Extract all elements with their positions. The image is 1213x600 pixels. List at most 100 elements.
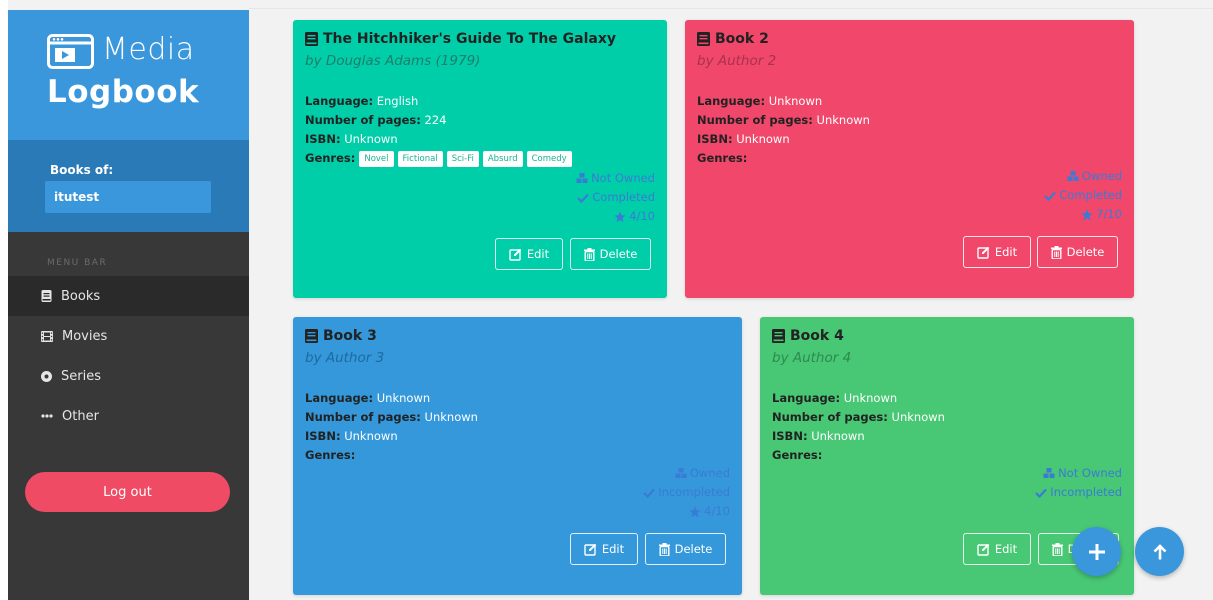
book-title-text: The Hitchhiker's Guide To The Galaxy [323,31,617,47]
language-row: Language: Unknown [697,92,870,111]
owned-status: Not Owned [576,169,655,188]
sidebar-item-series[interactable]: Series [8,356,249,396]
book-author: by Author 2 [697,53,777,69]
sidebar-item-books[interactable]: Books [8,276,249,316]
pages-row: Number of pages: Unknown [697,111,870,130]
edit-button[interactable]: Edit [963,533,1031,565]
book-title: Book 3 [305,328,377,344]
completion-text: Completed [1059,188,1122,202]
book-title-text: Book 4 [790,328,844,344]
completion-text: Incompleted [658,485,730,499]
trash-icon [583,247,595,261]
completion-text: Incompleted [1050,485,1122,499]
pages-label: Number of pages: [772,410,888,424]
owned-text: Owned [689,466,730,480]
genre-tag: Comedy [526,150,572,167]
pages-label: Number of pages: [697,113,813,127]
completion-status: Incompleted [1035,483,1122,502]
rating: 4/10 [643,502,730,521]
genres-row: Genres: [772,446,945,465]
genre-tag: Novel [359,150,394,167]
rating-text: 7/10 [1096,207,1122,221]
book-card: Book 3 by Author 3 Language: Unknown Num… [293,317,742,595]
isbn-value: Unknown [344,132,398,146]
pages-value: Unknown [891,410,945,424]
plus-icon [1088,543,1105,560]
edit-label: Edit [994,245,1018,259]
completion-status: Completed [576,188,655,207]
add-book-button[interactable] [1072,527,1121,576]
book-author: by Author 4 [772,350,852,366]
genres-label: Genres: [697,151,748,165]
edit-icon [977,543,990,556]
edit-label: Edit [526,247,550,261]
star-icon [689,506,701,517]
book-icon [41,290,52,302]
isbn-label: ISBN: [305,132,341,146]
delete-button[interactable]: Delete [570,238,651,270]
language-value: Unknown [768,94,823,108]
rating: 7/10 [1044,205,1122,224]
book-icon [772,329,785,343]
genres-row: Genres: [697,149,870,168]
sidebar-item-other[interactable]: Other [8,396,249,436]
status-block: Owned Completed 7/10 [1044,167,1122,224]
brand-header[interactable]: Media Logbook [8,10,249,140]
delete-button[interactable]: Delete [645,533,726,565]
menu-section-label: MENU BAR [47,258,108,268]
completion-status: Incompleted [643,483,730,502]
language-label: Language: [697,94,766,108]
sidebar-item-label: Series [61,368,101,384]
boxes-icon [1067,171,1079,181]
check-icon [643,488,656,498]
book-title: Book 2 [697,31,769,47]
film-icon [41,330,53,342]
language-label: Language: [772,391,841,405]
isbn-label: ISBN: [305,429,341,443]
rating: 4/10 [576,207,655,226]
sidebar-item-movies[interactable]: Movies [8,316,249,356]
language-row: Language: Unknown [305,389,478,408]
isbn-label: ISBN: [772,429,808,443]
status-block: Owned Incompleted 4/10 [643,464,730,521]
delete-button[interactable]: Delete [1037,236,1118,268]
language-row: Language: English [305,92,572,111]
trash-icon [1050,245,1062,259]
owned-text: Not Owned [1058,466,1122,480]
owned-status: Not Owned [1035,464,1122,483]
pages-label: Number of pages: [305,410,421,424]
sidebar: Media Logbook Books of: itutest MENU BAR… [8,10,249,600]
genre-tag: Fictional [397,150,443,167]
isbn-row: ISBN: Unknown [697,130,870,149]
rating-text: 4/10 [629,209,655,223]
genres-label: Genres: [305,448,356,462]
owned-text: Not Owned [591,171,655,185]
logout-button[interactable]: Log out [25,472,230,512]
edit-label: Edit [601,542,625,556]
book-author: by Douglas Adams (1979) [305,53,481,69]
genres-row: Genres: [305,446,478,465]
window-frame [0,0,8,600]
edit-icon [509,248,522,261]
genres-row: Genres: Novel Fictional Sci-Fi Absurd Co… [305,149,572,168]
boxes-icon [576,173,588,183]
book-icon [305,329,318,343]
edit-button[interactable]: Edit [495,238,563,270]
scroll-top-button[interactable] [1135,527,1184,576]
username-field[interactable]: itutest [45,181,211,213]
isbn-row: ISBN: Unknown [305,130,572,149]
trash-icon [1051,542,1063,556]
check-icon [577,193,590,203]
edit-label: Edit [994,542,1018,556]
owned-text: Owned [1081,169,1122,183]
pages-row: Number of pages: Unknown [772,408,945,427]
book-icon [305,32,318,46]
media-player-icon [47,34,94,69]
genres-label: Genres: [772,448,823,462]
star-icon [614,211,626,222]
edit-button[interactable]: Edit [963,236,1031,268]
edit-button[interactable]: Edit [570,533,638,565]
boxes-icon [675,468,687,478]
pages-row: Number of pages: 224 [305,111,572,130]
delete-label: Delete [1066,245,1105,259]
